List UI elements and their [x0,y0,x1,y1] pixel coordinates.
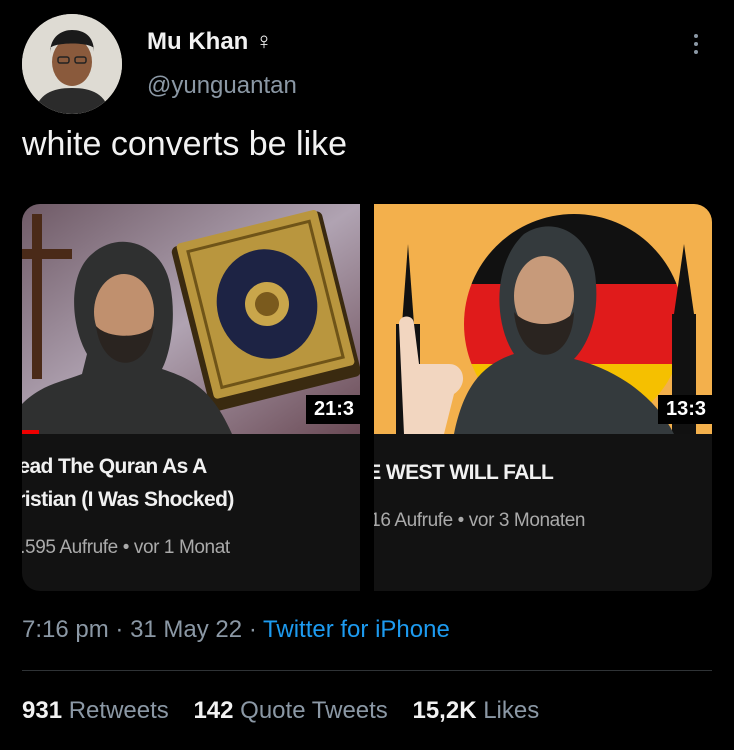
tweet-date[interactable]: 31 May 22 [130,616,242,643]
tweet-timestamp: 7:16 pm · 31 May 22 · Twitter for iPhone [22,616,450,644]
retweets-count: 931 [22,697,63,724]
quotes-label: Quote Tweets [240,697,388,724]
video-card-quran[interactable]: 21:3 ‹ead The Quran As A ıristian (I Was… [22,204,360,591]
likes-label: Likes [483,697,540,724]
video-meta: 4.595 Aufrufe • vor 1 Monat [22,537,230,558]
quotes-count: 142 [193,697,234,724]
video-thumbnail: 21:3 [22,204,360,434]
video-card-west[interactable]: 13:3 IE WEST WILL FALL 016 Aufrufe • vor… [374,204,712,591]
author-name[interactable]: Mu Khan ♀ [147,28,273,56]
video-title-line: IE WEST WILL FALL [374,461,554,484]
tweet-text: white converts be like [22,125,348,163]
retweets-stat[interactable]: 931 Retweets [22,697,175,724]
avatar-image [22,14,122,114]
tweet-source-link[interactable]: Twitter for iPhone [263,616,450,643]
tweet-media[interactable]: 21:3 ‹ead The Quran As A ıristian (I Was… [22,204,712,591]
video-title-line: ‹ead The Quran As A [22,455,207,478]
author-handle[interactable]: @yunguantan [147,72,297,100]
tweet-time[interactable]: 7:16 pm [22,616,109,643]
author-name-text: Mu Khan [147,28,249,55]
retweets-label: Retweets [68,697,169,724]
tweet-stats: 931 Retweets 142 Quote Tweets 15,2K Like… [22,697,557,725]
quote-tweets-stat[interactable]: 142 Quote Tweets [193,697,394,724]
likes-stat[interactable]: 15,2K Likes [412,697,539,724]
more-options-icon[interactable] [686,30,706,60]
separator-dot: · [248,616,257,643]
watch-progress-bar [22,430,39,434]
divider [22,670,712,671]
separator-dot: · [115,616,124,643]
video-title-line: ıristian (I Was Shocked) [22,488,234,511]
video-duration: 13:3 [657,395,712,424]
likes-count: 15,2K [412,697,477,724]
video-meta: 016 Aufrufe • vor 3 Monaten [374,510,586,531]
author-avatar[interactable] [22,14,122,114]
video-title[interactable]: IE WEST WILL FALL [374,456,712,489]
gender-symbol: ♀ [255,28,273,55]
video-thumbnail: 13:3 [374,204,712,434]
video-duration: 21:3 [305,395,360,424]
video-title[interactable]: ‹ead The Quran As A ıristian (I Was Shoc… [22,450,360,516]
